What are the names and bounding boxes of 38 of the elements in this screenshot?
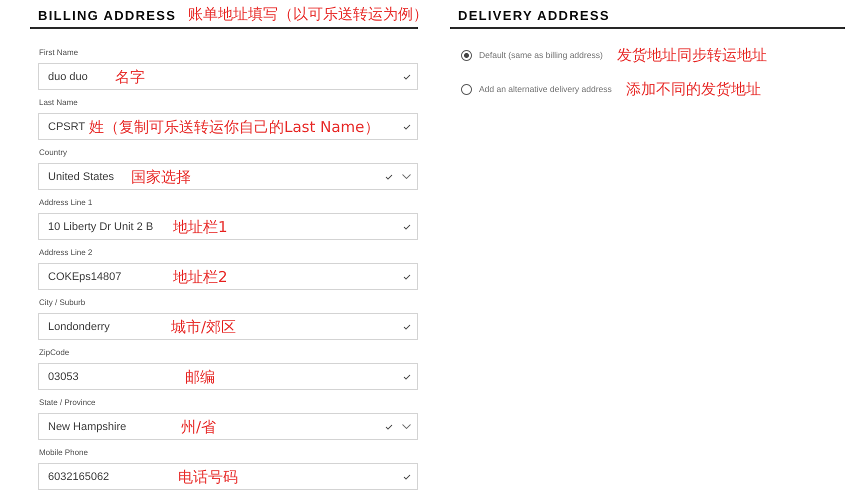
radio-label[interactable]: Add an alternative delivery address <box>479 84 612 94</box>
input-field[interactable]: COKEps14807 地址栏2 <box>38 263 418 290</box>
select-field[interactable]: United States 国家选择 <box>38 163 418 190</box>
annotation: 姓（复制可乐送转运你自己的Last Name） <box>89 118 380 136</box>
annotation: 添加不同的发货地址 <box>626 80 761 98</box>
field-label: State / Province <box>39 398 96 408</box>
field-label: Address Line 2 <box>39 248 92 258</box>
field-label: Mobile Phone <box>39 448 88 458</box>
field-label: Address Line 1 <box>39 198 92 208</box>
radio-label[interactable]: Default (same as billing address) <box>479 50 603 60</box>
annotation: 地址栏2 <box>173 268 229 286</box>
field-label: City / Suburb <box>39 298 86 308</box>
section-title: DELIVERY ADDRESS <box>458 8 610 23</box>
radio-button[interactable] <box>461 50 472 60</box>
select-field[interactable]: New Hampshire 州/省 <box>38 413 418 440</box>
input-field[interactable]: 03053 邮编 <box>38 363 418 390</box>
annotation: 名字 <box>115 68 146 86</box>
annotation: 州/省 <box>181 418 218 436</box>
annotation: 电话号码 <box>178 468 239 486</box>
radio-button[interactable] <box>461 84 472 94</box>
field-label: Country <box>39 148 68 158</box>
input-field[interactable]: duo duo 名字 <box>38 63 418 90</box>
annotation: 国家选择 <box>131 168 192 186</box>
annotation: 邮编 <box>185 368 216 386</box>
section-title: BILLING ADDRESS <box>38 8 176 23</box>
input-field[interactable]: 10 Liberty Dr Unit 2 B 地址栏1 <box>38 213 418 240</box>
input-field[interactable]: 6032165062 电话号码 <box>38 463 418 490</box>
input-field[interactable]: CPSRT 姓（复制可乐送转运你自己的Last Name） <box>38 113 418 140</box>
field-label: ZipCode <box>39 348 70 358</box>
chevron-down-icon[interactable] <box>402 174 411 179</box>
annotation: 城市/郊区 <box>171 318 238 336</box>
chevron-down-icon[interactable] <box>402 424 411 429</box>
field-label: First Name <box>39 48 78 58</box>
annotation: 账单地址填写（以可乐送转运为例） <box>188 5 428 24</box>
annotation: 地址栏1 <box>173 218 229 236</box>
input-field[interactable]: Londonderry 城市/郊区 <box>38 313 418 340</box>
field-label: Last Name <box>39 98 78 108</box>
annotation: 发货地址同步转运地址 <box>616 46 767 64</box>
